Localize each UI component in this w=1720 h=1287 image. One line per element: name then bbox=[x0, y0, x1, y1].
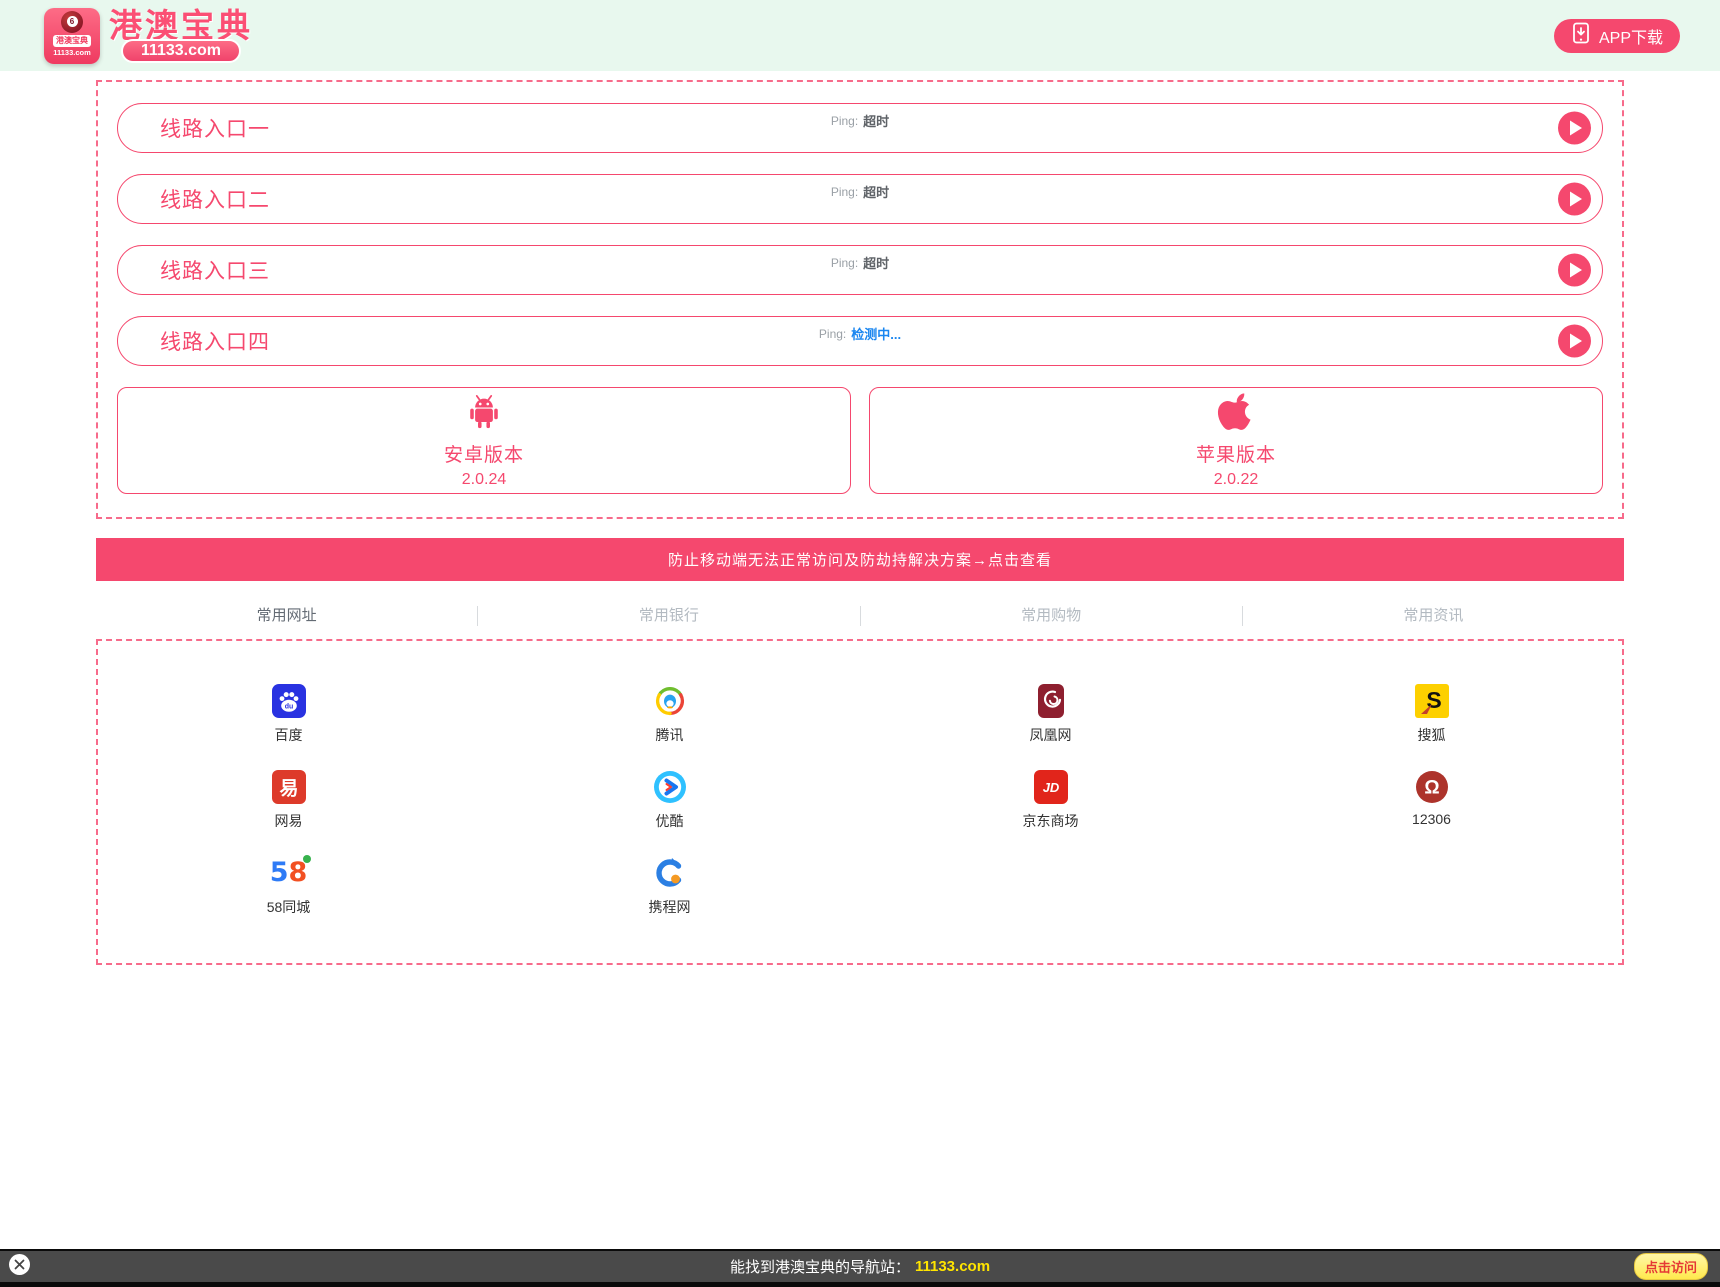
quick-link-youku[interactable]: 优酷 bbox=[479, 769, 860, 833]
quick-link-label: 优酷 bbox=[656, 811, 684, 831]
tab-common-banks[interactable]: 常用银行 bbox=[478, 606, 860, 626]
line-entry-4[interactable]: 线路入口四 Ping:检测中... bbox=[117, 316, 1603, 366]
ifeng-icon bbox=[1033, 683, 1069, 719]
header: 6 港澳宝典 11133.com 港澳宝典 11133.com APP下载 bbox=[0, 0, 1720, 71]
sohu-icon: S bbox=[1414, 683, 1450, 719]
footer: 能找到港澳宝典的导航站： 11133.com 点击访问 bbox=[0, 1249, 1720, 1287]
quick-link-label: 12306 bbox=[1412, 811, 1451, 827]
quick-link-tencent[interactable]: 腾讯 bbox=[479, 683, 860, 747]
ios-download-card[interactable]: 苹果版本 2.0.22 bbox=[869, 387, 1603, 494]
jd-icon: JD bbox=[1033, 769, 1069, 805]
ping-status: Ping:检测中... bbox=[819, 324, 901, 343]
tab-common-news[interactable]: 常用资讯 bbox=[1243, 606, 1624, 626]
baidu-icon: du bbox=[271, 683, 307, 719]
ping-status: Ping:超时 bbox=[831, 182, 889, 201]
logo-square-icon: 6 港澳宝典 11133.com bbox=[44, 8, 100, 64]
android-card-version: 2.0.24 bbox=[462, 471, 506, 489]
quick-link-label: 58同城 bbox=[267, 897, 311, 917]
svg-text:Ω: Ω bbox=[1424, 778, 1439, 799]
quick-links-grid: du 百度 腾讯 凤凰网 bbox=[96, 639, 1624, 965]
footer-domain: 11133.com bbox=[915, 1258, 990, 1275]
anti-hijack-notice-banner[interactable]: 防止移动端无法正常访问及防劫持解决方案→点击查看 bbox=[96, 538, 1624, 581]
close-icon[interactable] bbox=[9, 1254, 30, 1275]
download-cards: 安卓版本 2.0.24 苹果版本 2.0.22 bbox=[117, 387, 1603, 494]
line-entry-label: 线路入口二 bbox=[160, 184, 270, 214]
tab-common-sites[interactable]: 常用网址 bbox=[96, 606, 478, 626]
quick-link-label: 凤凰网 bbox=[1030, 725, 1072, 745]
netease-icon: 易 bbox=[271, 769, 307, 805]
quick-link-label: 百度 bbox=[275, 725, 303, 745]
green-dot bbox=[303, 855, 311, 863]
chevron-right-icon[interactable] bbox=[1558, 183, 1591, 216]
quick-link-baidu[interactable]: du 百度 bbox=[98, 683, 479, 747]
quick-link-label: 网易 bbox=[275, 811, 303, 831]
logo-text: 港澳宝典 11133.com bbox=[109, 9, 253, 63]
tab-common-shopping[interactable]: 常用购物 bbox=[861, 606, 1243, 626]
quick-link-tabs: 常用网址 常用银行 常用购物 常用资讯 bbox=[96, 599, 1624, 633]
chevron-right-icon[interactable] bbox=[1558, 112, 1591, 145]
android-icon bbox=[464, 392, 504, 437]
lottery-ball-icon: 6 bbox=[61, 11, 83, 33]
quick-link-label: 搜狐 bbox=[1418, 725, 1446, 745]
youku-icon bbox=[652, 769, 688, 805]
svg-text:JD: JD bbox=[1042, 780, 1059, 795]
city58-icon: 58 bbox=[271, 855, 307, 891]
chevron-right-icon[interactable] bbox=[1558, 254, 1591, 287]
footer-bar: 能找到港澳宝典的导航站： 11133.com bbox=[0, 1251, 1720, 1282]
ping-status: Ping:超时 bbox=[831, 253, 889, 272]
railway-12306-icon: Ω bbox=[1414, 769, 1450, 805]
android-download-card[interactable]: 安卓版本 2.0.24 bbox=[117, 387, 851, 494]
logo-domain-small: 11133.com bbox=[53, 48, 91, 57]
site-logo: 6 港澳宝典 11133.com 港澳宝典 11133.com bbox=[44, 8, 253, 64]
quick-link-12306[interactable]: Ω 12306 bbox=[1241, 769, 1622, 833]
ios-card-version: 2.0.22 bbox=[1214, 471, 1258, 489]
line-entry-1[interactable]: 线路入口一 Ping:超时 bbox=[117, 103, 1603, 153]
footer-text: 能找到港澳宝典的导航站： bbox=[730, 1256, 910, 1277]
quick-link-label: 腾讯 bbox=[656, 725, 684, 745]
line-entry-label: 线路入口四 bbox=[160, 326, 270, 356]
phone-download-icon bbox=[1571, 22, 1591, 49]
ping-value: 检测中... bbox=[851, 324, 901, 343]
apple-icon bbox=[1216, 392, 1256, 437]
tencent-icon bbox=[652, 683, 688, 719]
quick-link-ifeng[interactable]: 凤凰网 bbox=[860, 683, 1241, 747]
logo-brand-small: 港澳宝典 bbox=[53, 35, 91, 47]
quick-link-jd[interactable]: JD 京东商场 bbox=[860, 769, 1241, 833]
quick-link-label: 京东商场 bbox=[1023, 811, 1079, 831]
line-entry-2[interactable]: 线路入口二 Ping:超时 bbox=[117, 174, 1603, 224]
line-entries-panel: 线路入口一 Ping:超时 线路入口二 Ping:超时 线路入口三 Ping:超… bbox=[96, 80, 1624, 519]
quick-link-sohu[interactable]: S 搜狐 bbox=[1241, 683, 1622, 747]
chevron-right-icon[interactable] bbox=[1558, 325, 1591, 358]
ios-card-label: 苹果版本 bbox=[1196, 440, 1276, 467]
line-entry-label: 线路入口一 bbox=[160, 113, 270, 143]
quick-link-netease[interactable]: 易 网易 bbox=[98, 769, 479, 833]
ping-status: Ping:超时 bbox=[831, 111, 889, 130]
app-download-button[interactable]: APP下载 bbox=[1554, 19, 1680, 53]
ctrip-dolphin-icon bbox=[652, 855, 688, 891]
quick-link-58[interactable]: 58 58同城 bbox=[98, 855, 479, 919]
visit-button[interactable]: 点击访问 bbox=[1634, 1253, 1708, 1280]
ping-value: 超时 bbox=[863, 253, 889, 272]
brand-title: 港澳宝典 bbox=[109, 9, 253, 42]
app-download-label: APP下载 bbox=[1599, 24, 1663, 48]
svg-text:du: du bbox=[284, 703, 293, 710]
android-card-label: 安卓版本 bbox=[444, 440, 524, 467]
line-entry-label: 线路入口三 bbox=[160, 255, 270, 285]
quick-link-ctrip[interactable]: 携程网 bbox=[479, 855, 860, 919]
quick-link-label: 携程网 bbox=[649, 897, 691, 917]
svg-text:易: 易 bbox=[279, 778, 298, 800]
ping-value: 超时 bbox=[863, 111, 889, 130]
line-entry-3[interactable]: 线路入口三 Ping:超时 bbox=[117, 245, 1603, 295]
ping-value: 超时 bbox=[863, 182, 889, 201]
brand-domain-pill: 11133.com bbox=[121, 39, 241, 63]
